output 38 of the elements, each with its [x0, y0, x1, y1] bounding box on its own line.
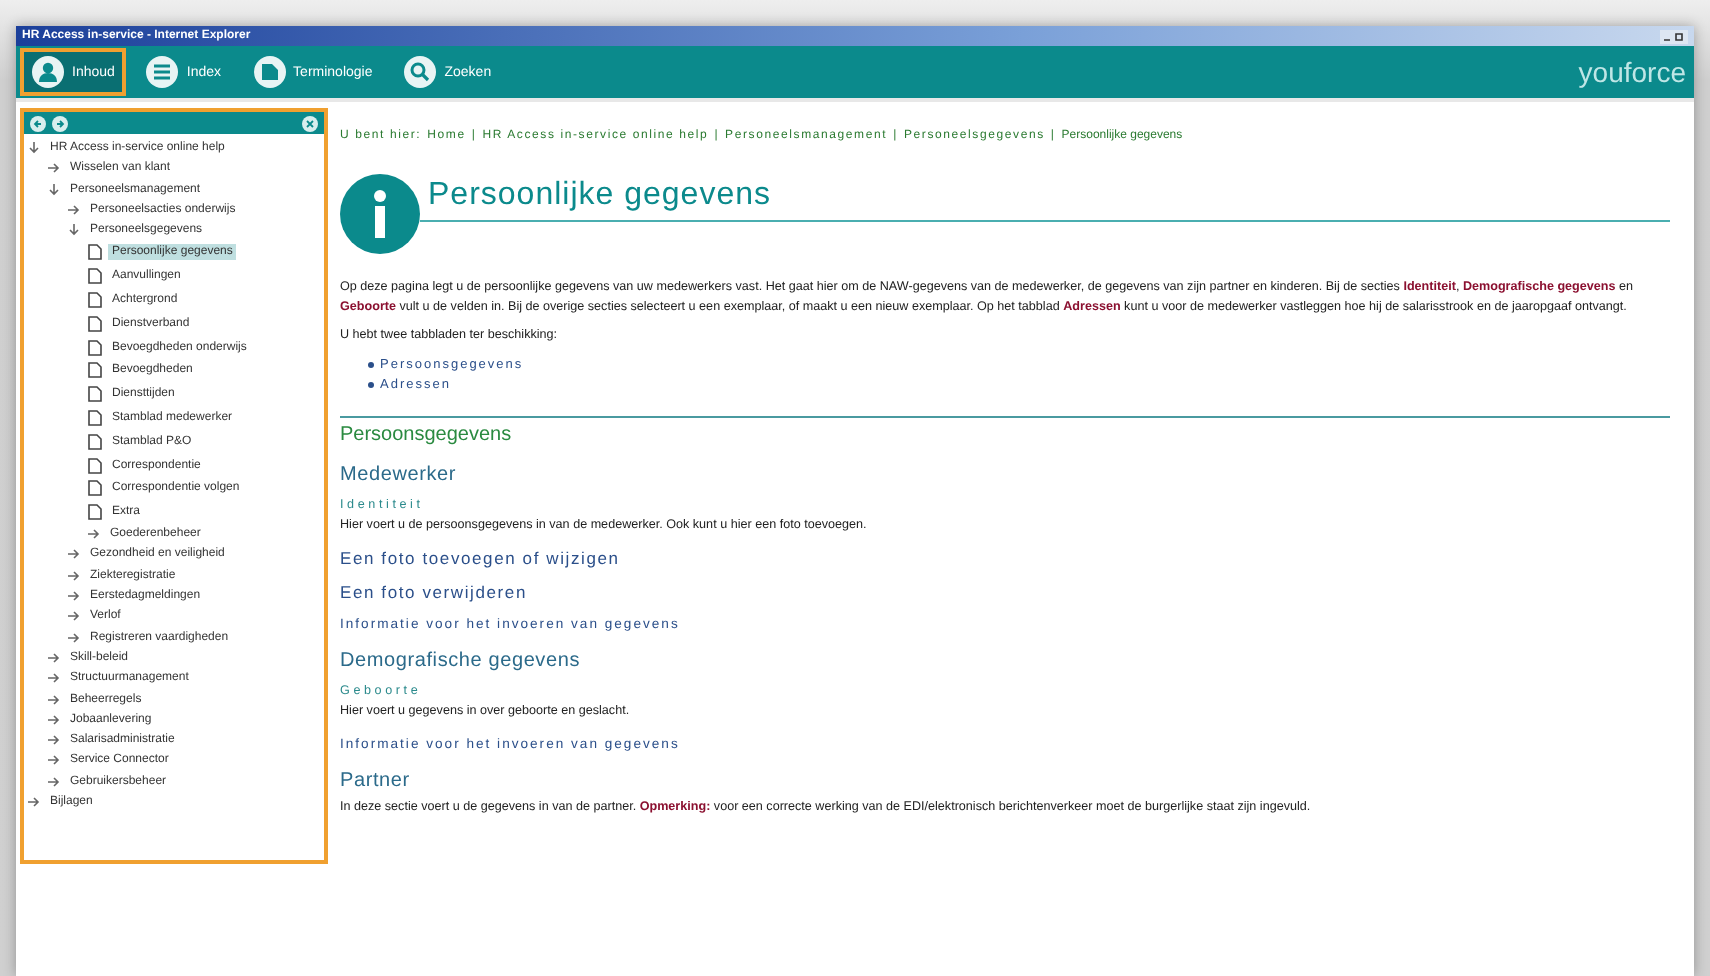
collapsed-arrow-icon[interactable] — [68, 204, 80, 217]
close-icon[interactable] — [302, 115, 318, 131]
collapsed-arrow-icon[interactable] — [48, 651, 60, 664]
section-heading: Persoonsgegevens — [340, 423, 514, 445]
collapsed-arrow-icon[interactable] — [68, 631, 80, 644]
forward-icon[interactable] — [52, 115, 68, 131]
collapsed-arrow-icon[interactable] — [88, 528, 100, 541]
topic-link[interactable]: Een foto verwijderen — [340, 582, 1670, 602]
expanded-arrow-icon[interactable] — [28, 142, 40, 155]
page-title: Persoonlijke gegevens — [420, 174, 1670, 222]
page-icon — [253, 56, 286, 88]
collapsed-arrow-icon[interactable] — [48, 775, 60, 788]
collapsed-arrow-icon[interactable] — [28, 796, 40, 809]
collapsed-arrow-icon[interactable] — [48, 713, 60, 726]
collapsed-arrow-icon[interactable] — [68, 569, 80, 582]
list-icon — [146, 56, 179, 88]
collapsed-arrow-icon[interactable] — [48, 672, 60, 685]
topic-link[interactable]: Een foto toevoegen of wijzigen — [340, 548, 1670, 568]
collapsed-arrow-icon[interactable] — [68, 548, 80, 561]
bullet-icon — [368, 361, 374, 367]
subsection-heading: Medewerker — [340, 463, 459, 485]
collapsed-arrow-icon[interactable] — [68, 590, 80, 603]
collapsed-arrow-icon[interactable] — [48, 754, 60, 767]
collapsed-arrow-icon[interactable] — [48, 162, 60, 175]
collapsed-arrow-icon[interactable] — [48, 734, 60, 747]
person-icon — [32, 56, 64, 88]
subsection-heading: Partner — [340, 769, 412, 791]
collapsed-arrow-icon[interactable] — [48, 693, 60, 706]
collapsed-arrow-icon[interactable] — [68, 610, 80, 623]
info-icon — [340, 174, 420, 254]
bullet-icon — [368, 381, 374, 387]
logo: youforce — [1578, 56, 1686, 88]
back-icon[interactable] — [30, 115, 46, 131]
search-icon — [404, 56, 437, 88]
expanded-arrow-icon[interactable] — [48, 183, 60, 196]
window-controls-icon[interactable] — [1660, 29, 1688, 43]
subsection-heading: Demografische gegevens — [340, 650, 582, 672]
expanded-arrow-icon[interactable] — [68, 224, 80, 237]
